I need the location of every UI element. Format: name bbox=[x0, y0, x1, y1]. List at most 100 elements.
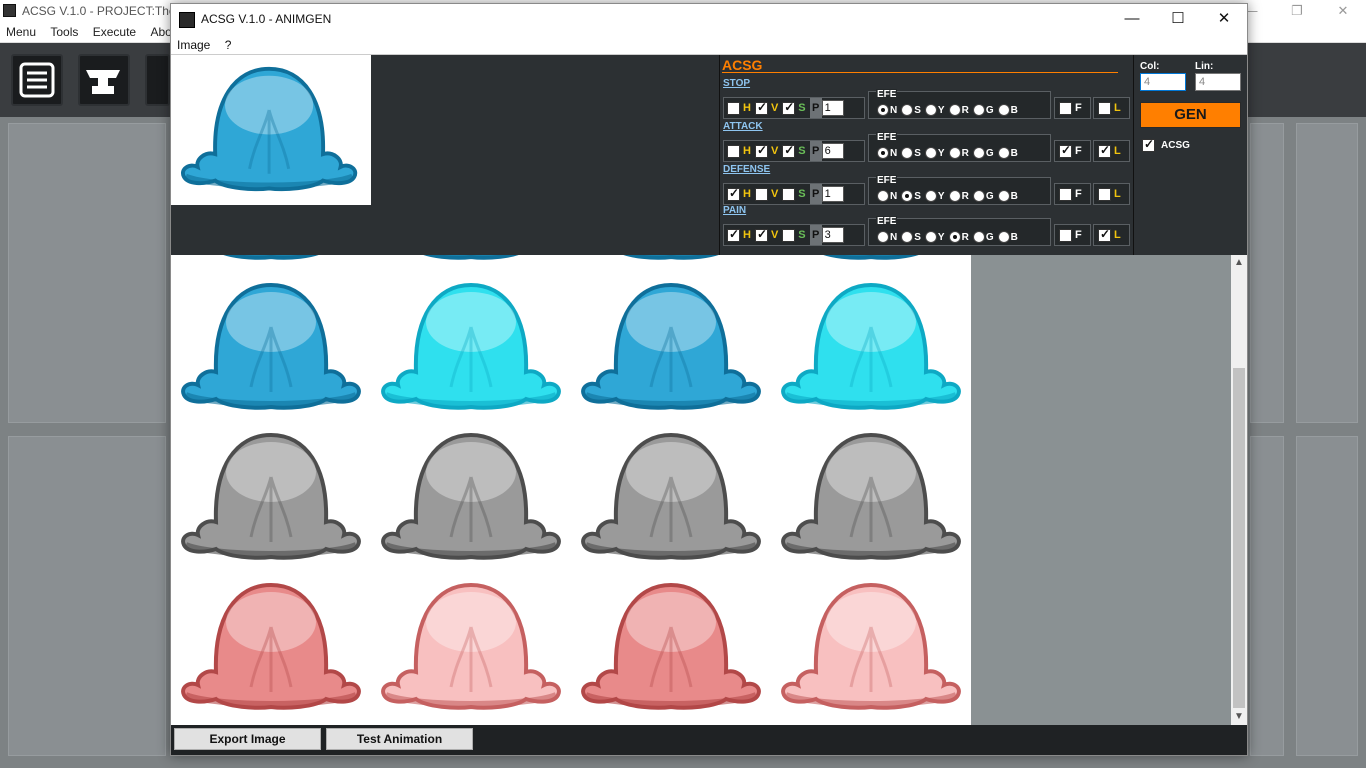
test-animation-button[interactable]: Test Animation bbox=[326, 728, 473, 750]
row-3-s-checkbox[interactable] bbox=[782, 228, 796, 242]
menu-image[interactable]: Image bbox=[171, 34, 215, 52]
menu-menu[interactable]: Menu bbox=[0, 23, 41, 39]
row-0-efe-b-radio[interactable] bbox=[997, 104, 1010, 116]
row-2-f-checkbox[interactable] bbox=[1059, 187, 1072, 201]
acsg-checkbox[interactable] bbox=[1142, 137, 1155, 152]
row-0-s-checkbox[interactable] bbox=[782, 100, 796, 115]
lin-input[interactable]: 4 bbox=[1195, 73, 1241, 91]
row-3-p-input[interactable]: 3 bbox=[821, 227, 844, 243]
row-3-l-checkbox[interactable] bbox=[1098, 227, 1111, 242]
row-3-efe-r-radio[interactable] bbox=[948, 231, 961, 243]
row-2-h-checkbox[interactable] bbox=[727, 186, 740, 201]
row-0-flags-group: H V SP1 bbox=[723, 97, 865, 119]
row-0-efe-y-label: Y bbox=[937, 104, 945, 116]
row-2-s-checkbox[interactable] bbox=[782, 187, 796, 201]
row-3-efe-b-radio[interactable] bbox=[997, 231, 1010, 243]
vertical-scrollbar[interactable]: ▲ ▼ bbox=[1231, 255, 1247, 725]
list-tool-button[interactable] bbox=[11, 54, 63, 106]
row-0-label: STOP bbox=[723, 78, 751, 89]
background-window-title: ACSG V.1.0 - PROJECT:The F bbox=[22, 4, 187, 18]
row-1-f-checkbox[interactable] bbox=[1059, 143, 1072, 158]
row-0-p-input[interactable]: 1 bbox=[821, 100, 844, 116]
row-1-v-checkbox[interactable] bbox=[754, 143, 768, 158]
row-2-efe-r-radio[interactable] bbox=[948, 190, 961, 202]
window-title: ACSG V.1.0 - ANIMGEN bbox=[201, 12, 332, 26]
close-button[interactable]: ✕ bbox=[1201, 4, 1247, 34]
col-input[interactable]: 4 bbox=[1140, 73, 1186, 91]
row-1-l-checkbox[interactable] bbox=[1098, 143, 1111, 158]
acsg-checkbox-label: ACSG bbox=[1161, 140, 1190, 151]
menu-execute[interactable]: Execute bbox=[87, 23, 141, 39]
export-image-button[interactable]: Export Image bbox=[174, 728, 321, 750]
tool-button-3[interactable] bbox=[145, 54, 170, 106]
scrollbar-thumb[interactable] bbox=[1233, 368, 1245, 708]
row-1-efe-y-radio[interactable] bbox=[924, 147, 937, 159]
row-3-s-label: S bbox=[798, 229, 806, 241]
row-0-efe-group: EFE N S Y R G B bbox=[868, 89, 1051, 119]
sprite-frame-r0-c3 bbox=[781, 282, 961, 410]
row-1-v-label: V bbox=[770, 145, 779, 157]
row-3-h-checkbox[interactable] bbox=[727, 227, 740, 242]
maximize-button[interactable]: ☐ bbox=[1155, 4, 1201, 34]
row-0-efe-g-radio[interactable] bbox=[972, 104, 985, 116]
row-0-efe-n-radio[interactable] bbox=[877, 104, 889, 116]
row-2-efe-label: EFE bbox=[876, 175, 898, 186]
menu-help[interactable]: ? bbox=[219, 34, 237, 52]
row-0-l-checkbox[interactable] bbox=[1098, 101, 1111, 115]
row-1-efe-r-radio[interactable] bbox=[948, 147, 961, 159]
anvil-tool-button[interactable] bbox=[78, 54, 130, 106]
row-2-efe-b-radio[interactable] bbox=[997, 190, 1010, 202]
row-1-efe-n-radio[interactable] bbox=[877, 147, 889, 159]
app-icon bbox=[179, 12, 195, 28]
row-2-p-input[interactable]: 1 bbox=[821, 186, 844, 202]
row-3-efe-s-radio[interactable] bbox=[901, 231, 914, 243]
row-2-v-checkbox[interactable] bbox=[754, 187, 768, 201]
scroll-down-icon[interactable]: ▼ bbox=[1231, 709, 1247, 725]
gen-button[interactable]: GEN bbox=[1140, 102, 1241, 128]
row-3-efe-group: EFE N S Y R G B bbox=[868, 216, 1051, 246]
row-1-s-checkbox[interactable] bbox=[782, 143, 796, 158]
menu-tools[interactable]: Tools bbox=[44, 23, 83, 39]
row-3-efe-n-radio[interactable] bbox=[877, 231, 889, 243]
row-0-f-checkbox[interactable] bbox=[1059, 101, 1072, 115]
row-0-efe-n-label: N bbox=[890, 104, 898, 116]
row-2-f-label: F bbox=[1075, 188, 1082, 200]
row-1-p-input[interactable]: 6 bbox=[821, 143, 844, 159]
row-0-efe-s-radio[interactable] bbox=[901, 104, 914, 116]
row-1-efe-b-radio[interactable] bbox=[997, 147, 1010, 159]
row-0-v-label: V bbox=[770, 102, 779, 114]
acsg-checkbox-row[interactable]: ACSG bbox=[1142, 137, 1190, 152]
scroll-up-icon[interactable]: ▲ bbox=[1231, 255, 1247, 271]
row-0-h-checkbox[interactable] bbox=[727, 101, 740, 115]
row-3-efe-label: EFE bbox=[876, 216, 898, 227]
row-1-efe-s-radio[interactable] bbox=[901, 147, 914, 159]
sprite-frame-r2-c0 bbox=[181, 582, 361, 710]
row-3-v-checkbox[interactable] bbox=[754, 227, 768, 242]
row-0-efe-y-radio[interactable] bbox=[924, 104, 937, 116]
row-2-v-label: V bbox=[770, 188, 779, 200]
row-2-l-checkbox[interactable] bbox=[1098, 187, 1111, 201]
row-1-efe-g-radio[interactable] bbox=[972, 147, 985, 159]
row-0-v-checkbox[interactable] bbox=[754, 100, 768, 115]
sprite-partial-top-3 bbox=[823, 255, 919, 260]
row-2-s-label: S bbox=[798, 188, 806, 200]
row-1-s-label: S bbox=[798, 145, 806, 157]
bg-close-button[interactable]: ✕ bbox=[1320, 0, 1366, 23]
row-0-efe-label: EFE bbox=[876, 89, 898, 100]
row-2-efe-n-radio[interactable] bbox=[877, 190, 889, 202]
row-2-efe-y-radio[interactable] bbox=[924, 190, 937, 202]
minimize-button[interactable]: — bbox=[1109, 4, 1155, 34]
row-2-efe-s-label: S bbox=[914, 190, 921, 202]
row-3-efe-g-radio[interactable] bbox=[972, 231, 985, 243]
row-0-efe-r-label: R bbox=[961, 104, 969, 116]
row-0-efe-r-radio[interactable] bbox=[948, 104, 961, 116]
row-3-f-checkbox[interactable] bbox=[1059, 228, 1072, 242]
app-icon bbox=[3, 4, 16, 17]
bg-restore-button[interactable]: ❐ bbox=[1274, 0, 1320, 23]
row-3-efe-y-radio[interactable] bbox=[924, 231, 937, 243]
row-2-p-label: P bbox=[809, 184, 822, 204]
row-2-efe-g-radio[interactable] bbox=[972, 190, 985, 202]
row-3-efe-y-label: Y bbox=[937, 231, 945, 243]
row-2-efe-s-radio[interactable] bbox=[901, 190, 914, 202]
row-1-h-checkbox[interactable] bbox=[727, 144, 740, 158]
